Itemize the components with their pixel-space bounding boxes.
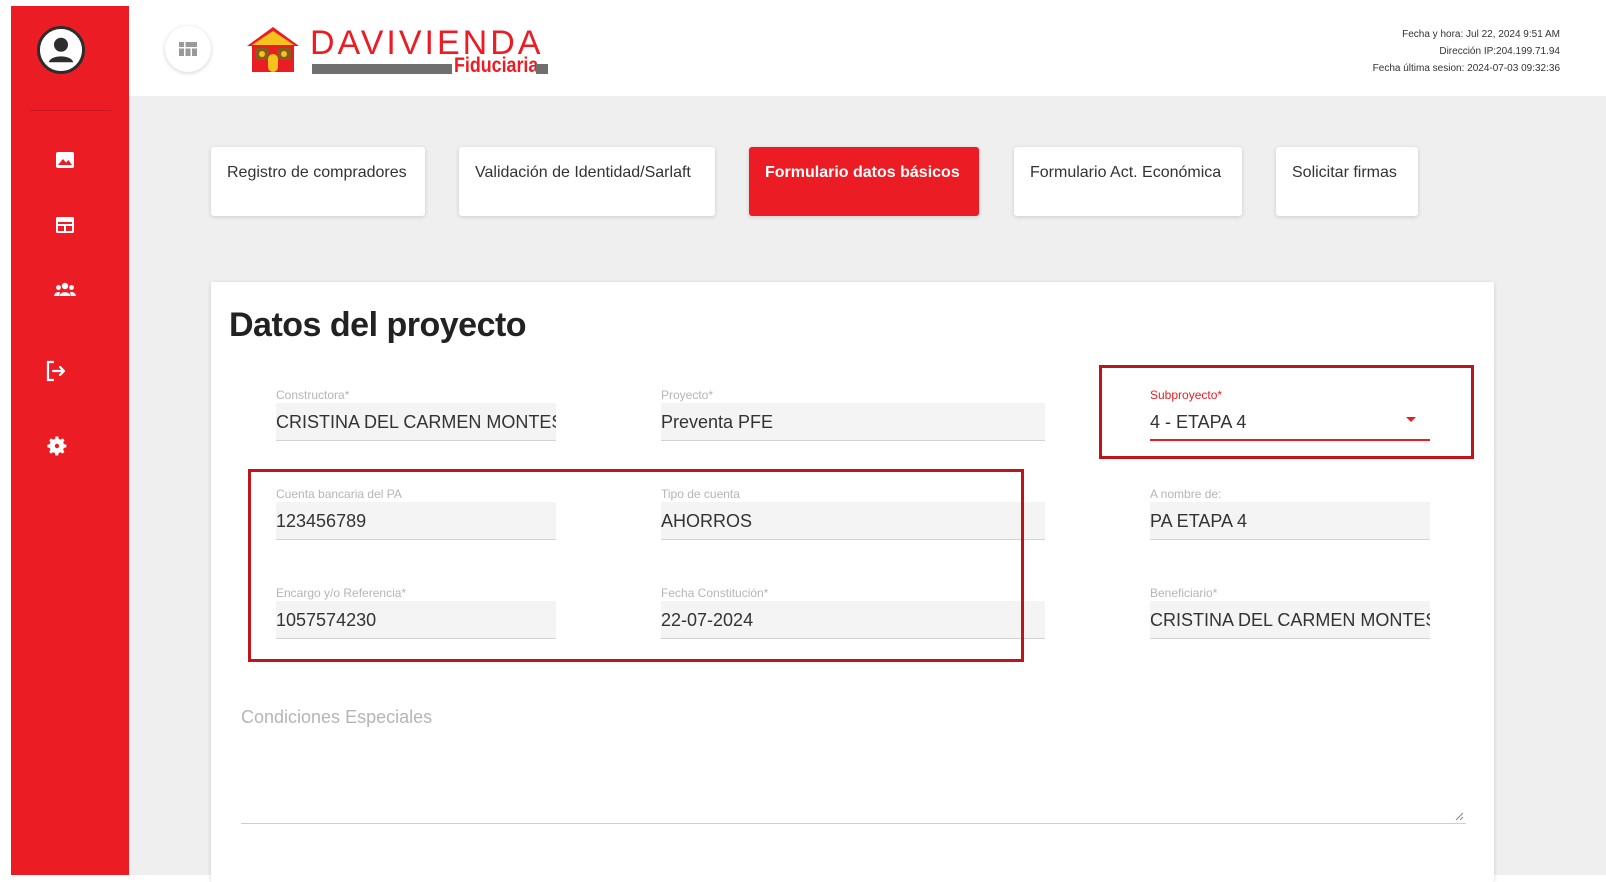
fecha-constitucion-input[interactable]: 22-07-2024 [661,601,1045,639]
subproyecto-field: Subproyecto* 4 - ETAPA 4 [1150,388,1430,446]
project-data-card: Datos del proyecto Constructora* CRISTIN… [211,282,1494,882]
beneficiario-label: Beneficiario* [1150,586,1218,600]
meta-last-session: Fecha última sesion: 2024-07-03 09:32:36 [1372,63,1560,74]
user-avatar-icon[interactable] [37,26,85,74]
menu-toggle-button[interactable] [165,26,211,72]
proyecto-input[interactable]: Preventa PFE [661,403,1045,441]
a-nombre-field: A nombre de: PA ETAPA 4 [1150,487,1430,545]
tab-formulario-datos-basicos[interactable]: Formulario datos básicos [749,147,979,216]
logout-icon[interactable] [43,358,69,384]
fecha-constitucion-label: Fecha Constitución* [661,586,769,600]
logo-square [536,64,548,74]
sidebar-divider [29,110,111,111]
constructora-field: Constructora* CRISTINA DEL CARMEN MONTES [276,388,556,446]
house-logo-icon [247,27,299,72]
cuenta-bancaria-label: Cuenta bancaria del PA [276,487,402,501]
sidebar [11,6,129,875]
subproyecto-label: Subproyecto* [1150,388,1223,402]
dropdown-arrow-icon[interactable] [1406,417,1416,422]
tipo-cuenta-input[interactable]: AHORROS [661,502,1045,540]
meta-datetime: Fecha y hora: Jul 22, 2024 9:51 AM [1402,29,1560,40]
beneficiario-field: Beneficiario* CRISTINA DEL CARMEN MONTES [1150,586,1430,644]
tab-formulario-act-economica[interactable]: Formulario Act. Económica [1014,147,1242,216]
a-nombre-input[interactable]: PA ETAPA 4 [1150,502,1430,540]
davivienda-logo: DAVIVIENDA Fiduciaria [244,22,564,82]
cuenta-bancaria-input[interactable]: 123456789 [276,502,556,540]
image-icon[interactable] [52,147,78,173]
dashboard-icon [179,42,197,56]
app-page: DAVIVIENDA Fiduciaria Fecha y hora: Jul … [0,0,1606,882]
a-nombre-label: A nombre de: [1150,487,1222,501]
encargo-field: Encargo y/o Referencia* 1057574230 [276,586,556,644]
tipo-cuenta-label: Tipo de cuenta [661,487,740,501]
constructora-label: Constructora* [276,388,350,402]
encargo-input[interactable]: 1057574230 [276,601,556,639]
condiciones-especiales-textarea[interactable]: Condiciones Especiales [241,702,1466,824]
session-meta: Fecha y hora: Jul 22, 2024 9:51 AM Direc… [1373,26,1560,77]
proyecto-field: Proyecto* Preventa PFE [661,388,1045,446]
proyecto-label: Proyecto* [661,388,714,402]
gear-icon[interactable] [44,433,70,459]
main-content: Registro de compradores Validación de Id… [129,96,1606,882]
brand-subtitle: Fiduciaria [454,54,539,77]
tab-registro-compradores[interactable]: Registro de compradores [211,147,425,216]
top-header: DAVIVIENDA Fiduciaria Fecha y hora: Jul … [129,0,1606,96]
group-icon[interactable] [52,277,78,303]
beneficiario-input[interactable]: CRISTINA DEL CARMEN MONTES [1150,601,1430,639]
section-title: Datos del proyecto [229,306,527,344]
fecha-constitucion-field: Fecha Constitución* 22-07-2024 [661,586,1045,644]
cuenta-bancaria-field: Cuenta bancaria del PA 123456789 [276,487,556,545]
tab-solicitar-firmas[interactable]: Solicitar firmas [1276,147,1418,216]
constructora-input[interactable]: CRISTINA DEL CARMEN MONTES [276,403,556,441]
logo-bar [312,64,452,74]
tab-validacion-identidad[interactable]: Validación de Identidad/Sarlaft [459,147,715,216]
table-icon[interactable] [52,212,78,238]
encargo-label: Encargo y/o Referencia* [276,586,407,600]
tipo-cuenta-field: Tipo de cuenta AHORROS [661,487,1045,545]
resize-grip-icon[interactable] [1454,811,1464,821]
meta-ip: Dirección IP:204.199.71.94 [1439,46,1560,57]
subproyecto-select[interactable]: 4 - ETAPA 4 [1150,403,1430,441]
condiciones-especiales-placeholder: Condiciones Especiales [241,707,433,727]
